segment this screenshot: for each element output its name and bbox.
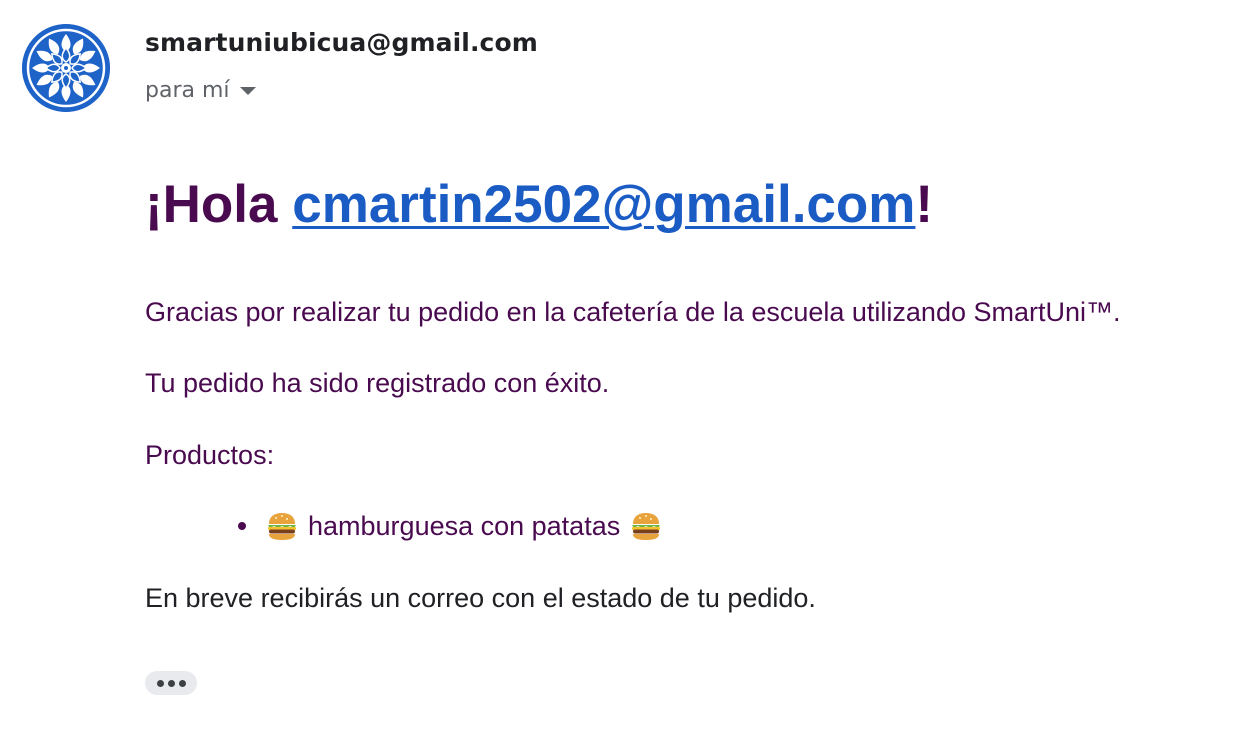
sender-avatar[interactable] <box>22 24 110 112</box>
closing-text: En breve recibirás un correo con el esta… <box>145 583 816 613</box>
hamburger-icon <box>266 510 298 542</box>
greeting-prefix: ¡Hola <box>145 175 293 234</box>
caret-down-icon[interactable] <box>239 87 256 95</box>
sender-email[interactable]: smartuniubicua@gmail.com <box>145 28 538 57</box>
bullet-icon <box>238 522 246 530</box>
show-trimmed-content-button[interactable] <box>145 671 197 695</box>
more-horizontal-icon <box>156 679 164 687</box>
recipient-label: para mí <box>145 77 230 103</box>
product-list: hamburguesa con patatas <box>238 510 662 542</box>
greeting-heading: ¡Hola cmartin2502@gmail.com! <box>145 175 934 234</box>
greeting-suffix: ! <box>915 175 934 234</box>
thanks-text: Gracias por realizar tu pedido en la caf… <box>145 297 1121 327</box>
product-name: hamburguesa con patatas <box>308 510 621 541</box>
recipient-details-toggle[interactable]: para mí <box>145 74 256 106</box>
order-registered-text: Tu pedido ha sido registrado con éxito. <box>145 368 610 398</box>
products-label: Productos: <box>145 440 275 470</box>
list-item: hamburguesa con patatas <box>238 510 662 542</box>
mandala-icon <box>22 24 110 112</box>
more-horizontal-icon <box>167 679 175 687</box>
hamburger-icon <box>630 510 662 542</box>
recipient-email-link[interactable]: cmartin2502@gmail.com <box>292 175 915 234</box>
more-horizontal-icon <box>178 679 186 687</box>
